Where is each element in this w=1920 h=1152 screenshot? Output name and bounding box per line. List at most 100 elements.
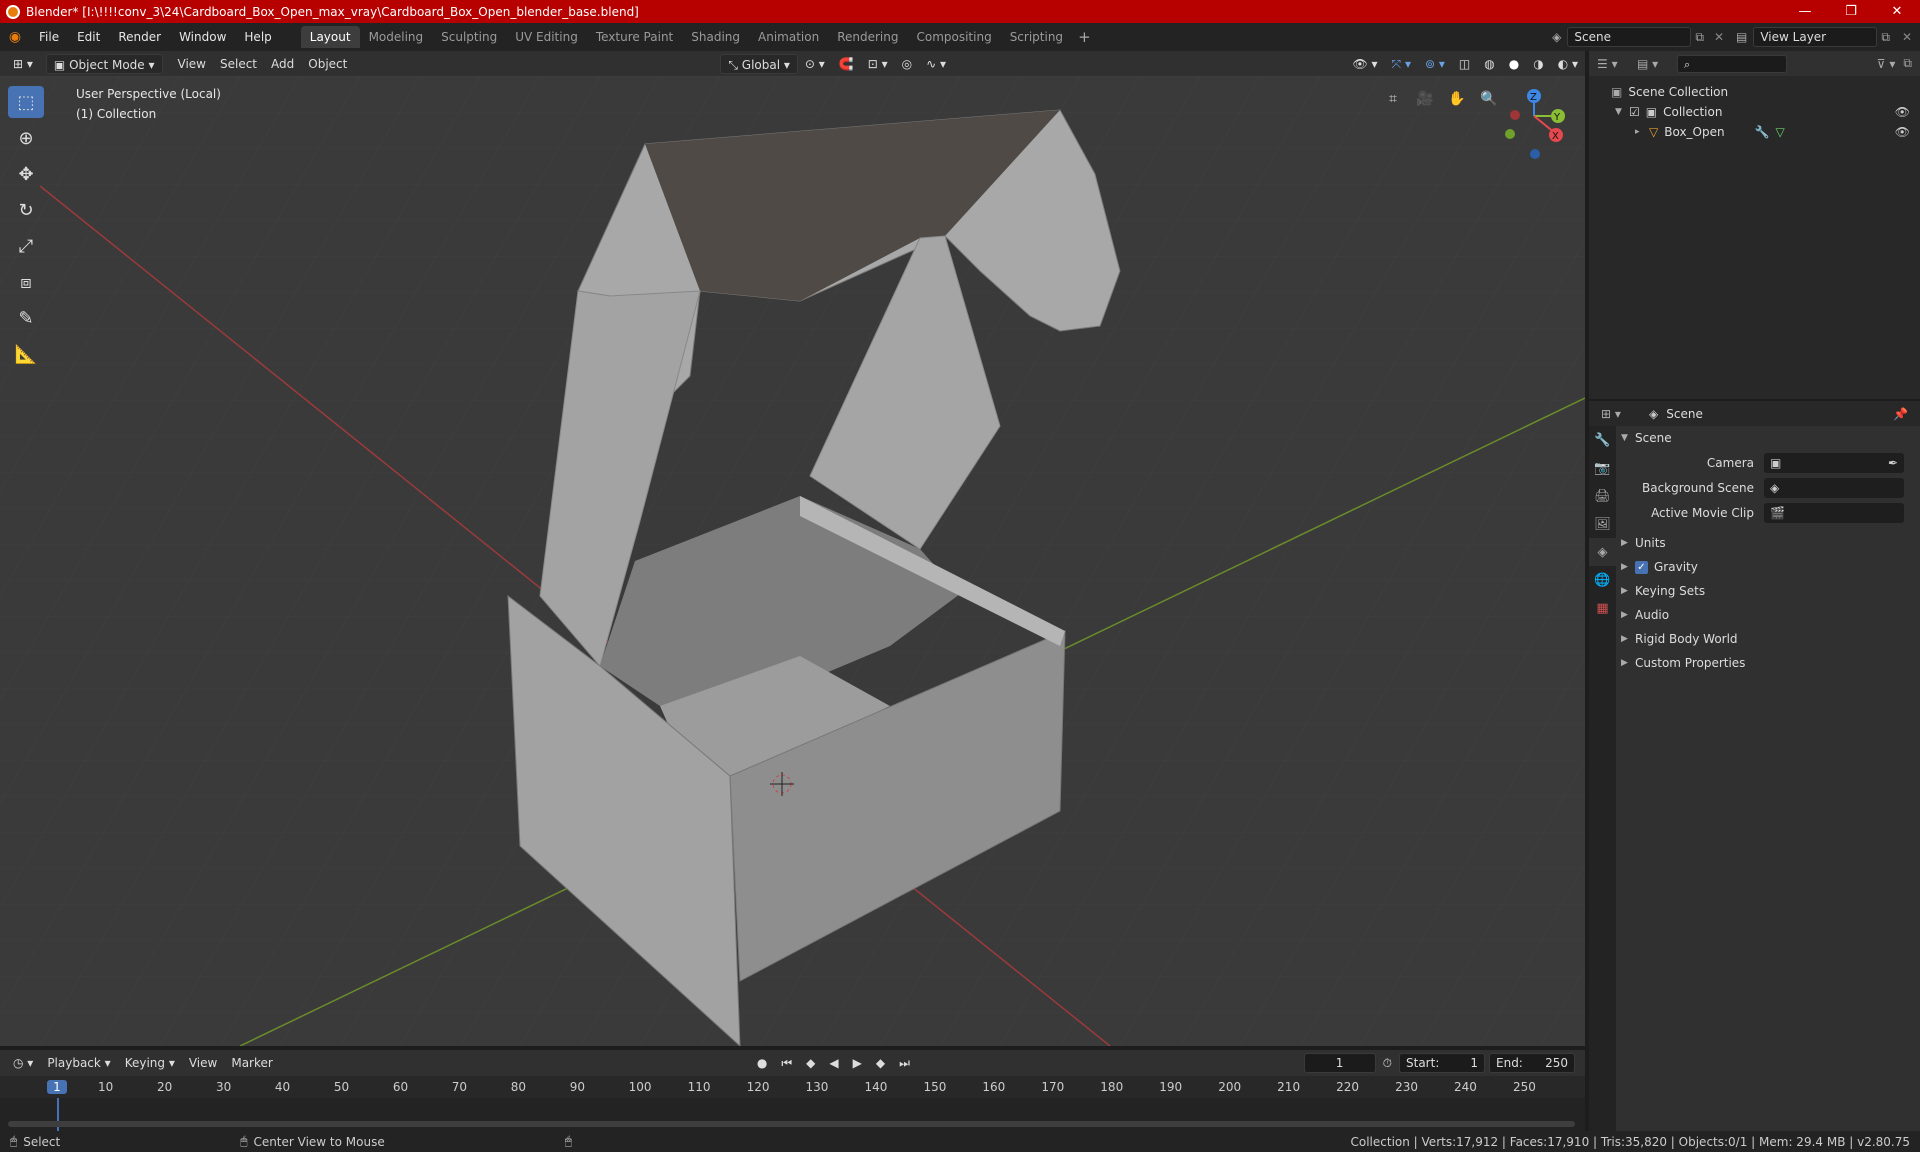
- menu-playback[interactable]: Playback ▾: [40, 1053, 117, 1073]
- custom-properties-panel-header[interactable]: ▶ Custom Properties: [1621, 651, 1920, 675]
- display-mode-icon[interactable]: ▤ ▾: [1637, 57, 1677, 71]
- proportional-edit-icon[interactable]: ◎: [895, 54, 919, 74]
- camera-field[interactable]: ▣ ✒: [1764, 452, 1904, 473]
- active-movie-clip-field[interactable]: 🎬: [1764, 502, 1904, 523]
- collection-visibility-eye-icon[interactable]: 👁: [1895, 105, 1920, 119]
- pin-icon[interactable]: 📌: [1893, 407, 1908, 421]
- tab-texture-icon[interactable]: ▦: [1589, 594, 1616, 622]
- play-reverse-icon[interactable]: ◀: [822, 1053, 845, 1073]
- wireframe-shading-icon[interactable]: ◍: [1477, 54, 1501, 74]
- select-box-tool-icon[interactable]: ⬚: [8, 86, 44, 118]
- current-frame-indicator[interactable]: 1: [47, 1080, 67, 1094]
- menu-help[interactable]: Help: [235, 26, 280, 48]
- minimize-icon[interactable]: —: [1782, 0, 1828, 23]
- jump-start-icon[interactable]: ⏮: [774, 1053, 799, 1073]
- expand-collection-icon[interactable]: ▼: [1615, 107, 1629, 117]
- zoom-icon[interactable]: 🔍: [1476, 86, 1502, 112]
- units-panel-header[interactable]: ▶ Units: [1621, 531, 1920, 555]
- 3d-viewport[interactable]: Z Y X ⬚ ⊕ ✥ ↻ ⤢ ⧈ ✎ 📐 User Perspective (…: [0, 76, 1585, 1046]
- gravity-panel-header[interactable]: ▶ ✓ Gravity: [1621, 555, 1920, 579]
- xray-icon[interactable]: ◫: [1452, 54, 1477, 74]
- scene-field[interactable]: Scene: [1567, 27, 1692, 47]
- eyedropper-icon[interactable]: ✒: [1888, 456, 1904, 470]
- material-shading-icon[interactable]: ◑: [1526, 54, 1550, 74]
- scene-browse-icon[interactable]: ◈: [1546, 30, 1567, 44]
- add-workspace-icon[interactable]: +: [1072, 28, 1097, 46]
- frame-ruler[interactable]: 1 10 20 30 40 50 60 70 80 90 100 110 120 130 140 150 160…: [0, 1076, 1585, 1098]
- camera-icon[interactable]: 🎥: [1412, 86, 1438, 112]
- menu-edit[interactable]: Edit: [68, 26, 109, 48]
- close-icon[interactable]: ✕: [1874, 0, 1920, 23]
- tab-tool-icon[interactable]: 🔧: [1589, 426, 1616, 454]
- gizmo-neg-y[interactable]: [1505, 129, 1515, 139]
- rigid-body-world-panel-header[interactable]: ▶ Rigid Body World: [1621, 627, 1920, 651]
- gravity-checkbox[interactable]: ✓: [1635, 560, 1648, 574]
- tab-view-layer-icon[interactable]: 🖼: [1589, 510, 1616, 538]
- toggle-camera-view-icon[interactable]: ⌗: [1380, 86, 1406, 112]
- end-frame-field[interactable]: End: 250: [1489, 1053, 1575, 1073]
- falloff-icon[interactable]: ∿ ▾: [919, 54, 953, 74]
- delete-scene-icon[interactable]: ✕: [1708, 30, 1730, 44]
- annotate-tool-icon[interactable]: ✎: [8, 302, 44, 334]
- orientation-dropdown[interactable]: ⤡ Global ▾: [720, 53, 798, 74]
- new-collection-icon[interactable]: ⧉: [1903, 56, 1920, 71]
- collection-checkbox-icon[interactable]: ☑: [1629, 105, 1640, 119]
- restore-icon[interactable]: ❐: [1828, 0, 1874, 23]
- tab-scripting[interactable]: Scripting: [1001, 26, 1072, 48]
- outliner-search-input[interactable]: ⌕: [1677, 54, 1787, 73]
- tab-animation[interactable]: Animation: [749, 26, 828, 48]
- gizmo-neg-x[interactable]: [1510, 110, 1520, 120]
- gizmo-neg-z[interactable]: [1530, 149, 1540, 159]
- tab-render-icon[interactable]: 📷: [1589, 454, 1616, 482]
- menu-marker[interactable]: Marker: [224, 1053, 279, 1073]
- menu-file[interactable]: File: [30, 26, 68, 48]
- outliner-row-box-open[interactable]: ▸ ▽ Box_Open 🔧 ▽ 👁: [1589, 122, 1920, 142]
- stopwatch-icon[interactable]: ⏱: [1376, 1053, 1399, 1073]
- play-icon[interactable]: ▶: [846, 1053, 869, 1073]
- record-icon[interactable]: ●: [750, 1053, 774, 1073]
- menu-view[interactable]: View: [171, 54, 213, 74]
- editor-type-icon[interactable]: ⊞ ▾: [6, 54, 40, 74]
- viewport-canvas[interactable]: Z Y X: [0, 76, 1585, 1046]
- filter-icon[interactable]: ⊽ ▾: [1877, 57, 1904, 71]
- blender-menu-icon[interactable]: ◉: [0, 29, 30, 45]
- tab-output-icon[interactable]: 🖨: [1589, 482, 1616, 510]
- menu-object[interactable]: Object: [301, 54, 354, 74]
- tab-modeling[interactable]: Modeling: [360, 26, 433, 48]
- jump-end-icon[interactable]: ⏭: [892, 1053, 917, 1073]
- delete-view-layer-icon[interactable]: ✕: [1894, 30, 1920, 44]
- rotate-tool-icon[interactable]: ↻: [8, 194, 44, 226]
- modifier-wrench-icon[interactable]: 🔧: [1755, 125, 1770, 139]
- new-view-layer-icon[interactable]: ⧉: [1877, 30, 1894, 45]
- tab-sculpting[interactable]: Sculpting: [432, 26, 506, 48]
- audio-panel-header[interactable]: ▶ Audio: [1621, 603, 1920, 627]
- properties-editor-type-icon[interactable]: ⊞ ▾: [1601, 407, 1621, 421]
- current-frame-field[interactable]: 1: [1303, 1053, 1376, 1073]
- view-layer-field[interactable]: View Layer: [1753, 27, 1878, 47]
- tab-layout[interactable]: Layout: [300, 26, 360, 48]
- snap-target-icon[interactable]: ⊡ ▾: [861, 54, 895, 74]
- snap-icon[interactable]: 🧲: [832, 54, 861, 74]
- move-tool-icon[interactable]: ✥: [8, 158, 44, 190]
- pan-hand-icon[interactable]: ✋: [1444, 86, 1470, 112]
- menu-window[interactable]: Window: [170, 26, 235, 48]
- timeline-editor-type-icon[interactable]: ◷ ▾: [6, 1053, 40, 1073]
- rendered-shading-icon[interactable]: ◐ ▾: [1551, 54, 1585, 74]
- prev-keyframe-icon[interactable]: ◆: [799, 1053, 822, 1073]
- scale-tool-icon[interactable]: ⤢: [8, 230, 44, 262]
- outliner-row-scene-collection[interactable]: ▣ Scene Collection: [1589, 82, 1920, 102]
- menu-select[interactable]: Select: [213, 54, 264, 74]
- cursor-tool-icon[interactable]: ⊕: [8, 122, 44, 154]
- tab-scene-icon[interactable]: ◈: [1589, 538, 1616, 566]
- menu-timeline-view[interactable]: View: [182, 1053, 224, 1073]
- menu-keying[interactable]: Keying ▾: [118, 1053, 182, 1073]
- mode-dropdown[interactable]: ▣ Object Mode ▾: [45, 53, 163, 74]
- measure-tool-icon[interactable]: 📐: [8, 338, 44, 370]
- tab-uv-editing[interactable]: UV Editing: [506, 26, 587, 48]
- keying-sets-panel-header[interactable]: ▶ Keying Sets: [1621, 579, 1920, 603]
- menu-add[interactable]: Add: [264, 54, 301, 74]
- background-scene-field[interactable]: ◈: [1764, 477, 1904, 498]
- start-frame-field[interactable]: Start: 1: [1399, 1053, 1485, 1073]
- tab-texture-paint[interactable]: Texture Paint: [587, 26, 682, 48]
- mesh-data-icon[interactable]: ▽: [1776, 125, 1785, 139]
